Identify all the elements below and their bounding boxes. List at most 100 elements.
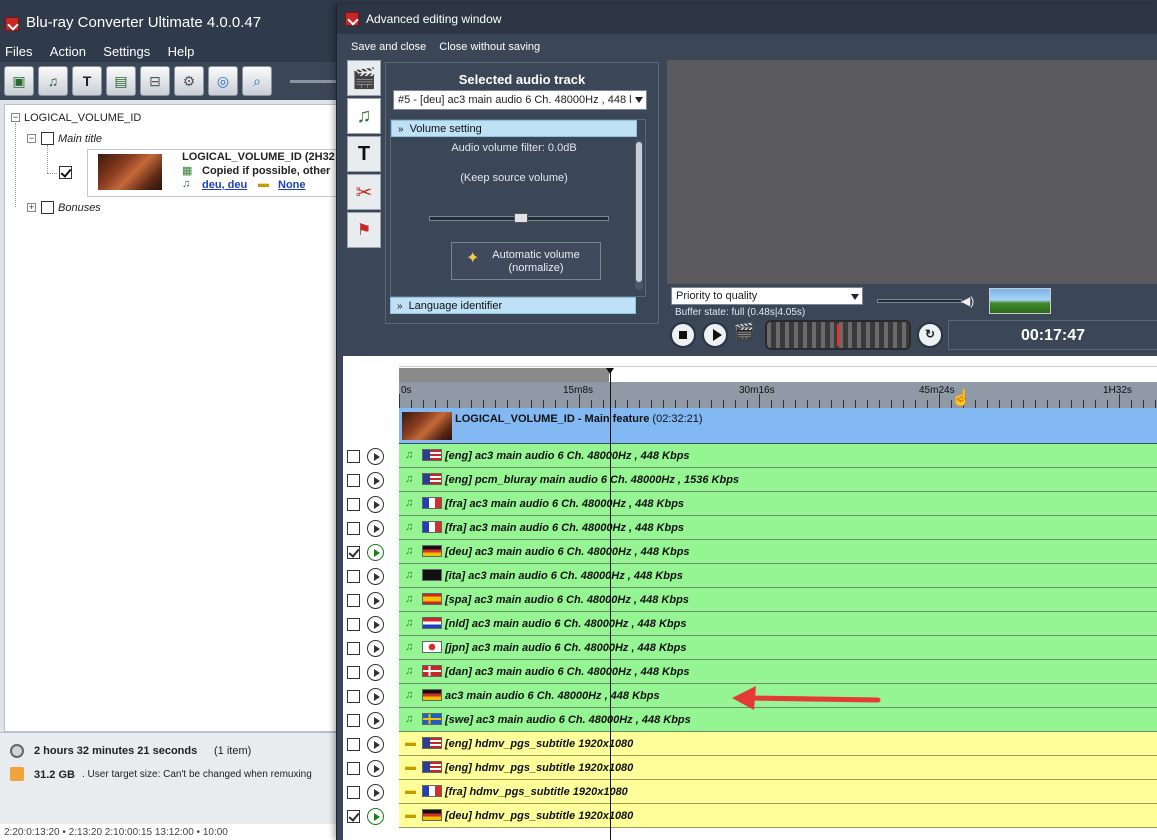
track-play-button[interactable] [367,616,384,633]
track-checkbox[interactable] [347,522,360,535]
subtitle-track-row[interactable]: ▬ [fra] hdmv_pgs_subtitle 1920x1080 [399,780,1157,804]
title-item-card[interactable]: LOGICAL_VOLUME_ID (2H32 ▦ Copied if poss… [87,149,341,197]
audio-track-row[interactable]: ♫ [spa] ac3 main audio 6 Ch. 48000Hz , 44… [399,588,1157,612]
track-play-button[interactable] [367,568,384,585]
track-checkbox[interactable] [347,498,360,511]
main-feature-row[interactable]: LOGICAL_VOLUME_ID - Main feature (02:32:… [399,408,1157,444]
audio-track-row[interactable]: ♫ [nld] ac3 main audio 6 Ch. 48000Hz , 44… [399,612,1157,636]
add-video-button[interactable]: ▣ [4,66,34,96]
track-checkbox[interactable] [347,786,360,799]
bonuses-label[interactable]: Bonuses [58,202,101,214]
tab-subtitle[interactable]: T [347,136,381,172]
add-image-button[interactable]: ▤ [106,66,136,96]
track-play-button[interactable] [367,592,384,609]
playhead[interactable] [610,368,611,840]
volume-setting-header[interactable]: » Volume setting [391,120,637,137]
tab-cut[interactable]: ✂ [347,174,381,210]
time-ruler[interactable]: 0s 15m8s 30m16s 45m24s 1H32s [399,382,1157,408]
audio-track-row[interactable]: ♫ [eng] ac3 main audio 6 Ch. 48000Hz , 44… [399,444,1157,468]
track-play-button[interactable] [367,784,384,801]
toolbar-slider[interactable] [290,80,340,83]
playback-priority-select[interactable]: Priority to quality [671,287,863,305]
audio-languages-link[interactable]: deu, deu [202,179,247,191]
volume-scrollbar-thumb[interactable] [636,142,642,282]
track-play-button[interactable] [367,760,384,777]
track-play-button[interactable] [367,448,384,465]
tree-root-label[interactable]: LOGICAL_VOLUME_ID [24,112,141,124]
main-title-label[interactable]: Main title [58,133,102,145]
track-checkbox[interactable] [347,714,360,727]
track-checkbox[interactable] [347,618,360,631]
volume-slider-handle[interactable] [514,213,528,223]
audio-track-row[interactable]: ♫ [fra] ac3 main audio 6 Ch. 48000Hz , 44… [399,516,1157,540]
track-checkbox[interactable] [347,690,360,703]
audio-track-row[interactable]: ♫ [jpn] ac3 main audio 6 Ch. 48000Hz , 44… [399,636,1157,660]
menu-files[interactable]: Files [5,44,32,59]
track-checkbox[interactable] [347,762,360,775]
track-checkbox[interactable] [347,738,360,751]
preview-button[interactable]: ⌕ [242,66,272,96]
preview-volume-slider[interactable] [877,299,962,303]
tab-video[interactable]: 🎬 [347,60,381,96]
collapse-root-icon[interactable]: − [11,113,20,122]
tab-chapters[interactable]: ⚑ [347,212,381,248]
track-checkbox[interactable] [347,666,360,679]
subtitle-track-row[interactable]: ▬ [eng] hdmv_pgs_subtitle 1920x1080 [399,732,1157,756]
playhead-marker[interactable] [606,368,614,374]
jog-scrubber[interactable] [765,320,911,350]
track-checkbox[interactable] [347,810,360,823]
main-title-checkbox[interactable] [41,132,54,145]
timeline-scrollbar[interactable] [399,366,1157,382]
add-subtitle-button[interactable]: T [72,66,102,96]
track-checkbox[interactable] [347,474,360,487]
title-item-checkbox[interactable] [59,166,72,179]
save-and-close-button[interactable]: Save and close [351,41,426,53]
track-checkbox[interactable] [347,450,360,463]
network-button[interactable]: ⊟ [140,66,170,96]
flag-jp-icon [422,641,442,653]
view-mode-thumbnail[interactable] [989,288,1051,314]
snapshot-button[interactable]: 🎬 [734,322,760,348]
track-checkbox[interactable] [347,594,360,607]
track-checkbox[interactable] [347,546,360,559]
audio-track-row[interactable]: ♫ [eng] pcm_bluray main audio 6 Ch. 48000… [399,468,1157,492]
audio-track-select[interactable]: #5 - [deu] ac3 main audio 6 Ch. 48000Hz … [393,90,647,110]
settings-button[interactable]: ⚙ [174,66,204,96]
track-play-button[interactable] [367,688,384,705]
loop-button[interactable]: ↻ [917,322,943,348]
bonuses-checkbox[interactable] [41,201,54,214]
menu-action[interactable]: Action [50,44,86,59]
track-play-button[interactable] [367,496,384,513]
audio-track-row[interactable]: ♫ [ita] ac3 main audio 6 Ch. 48000Hz , 44… [399,564,1157,588]
track-play-button[interactable] [367,712,384,729]
track-checkbox[interactable] [347,642,360,655]
burn-disc-button[interactable]: ◎ [208,66,238,96]
collapse-main-title-icon[interactable]: − [27,134,36,143]
automatic-volume-button[interactable]: ✦ Automatic volume (normalize) [451,242,601,280]
subtitle-track-row[interactable]: ▬ [deu] hdmv_pgs_subtitle 1920x1080 [399,804,1157,828]
play-button[interactable] [702,322,728,348]
audio-track-row[interactable]: ♫ [fra] ac3 main audio 6 Ch. 48000Hz , 44… [399,492,1157,516]
subtitle-track-row[interactable]: ▬ [eng] hdmv_pgs_subtitle 1920x1080 [399,756,1157,780]
expand-bonuses-icon[interactable]: + [27,203,36,212]
audio-track-row[interactable]: ♫ [deu] ac3 main audio 6 Ch. 48000Hz , 44… [399,540,1157,564]
track-play-button[interactable] [367,544,384,561]
language-identifier-header[interactable]: » Language identifier [390,297,636,314]
track-play-button[interactable] [367,520,384,537]
menu-help[interactable]: Help [168,44,195,59]
timeline-scrollbar-thumb[interactable] [399,368,609,382]
menu-settings[interactable]: Settings [103,44,150,59]
track-play-button[interactable] [367,664,384,681]
close-without-saving-button[interactable]: Close without saving [439,41,540,53]
track-play-button[interactable] [367,472,384,489]
subtitle-languages-link[interactable]: None [278,179,306,191]
track-play-button[interactable] [367,736,384,753]
volume-scrollbar[interactable] [635,140,643,290]
track-play-button[interactable] [367,808,384,825]
volume-slider[interactable] [429,213,609,223]
add-audio-button[interactable]: ♫ [38,66,68,96]
track-play-button[interactable] [367,640,384,657]
tab-audio[interactable]: ♫ [347,98,381,134]
stop-button[interactable] [670,322,696,348]
track-checkbox[interactable] [347,570,360,583]
